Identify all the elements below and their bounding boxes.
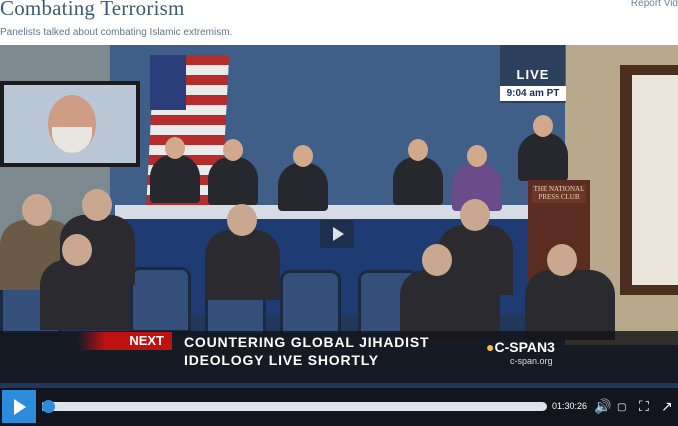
audience-member [205,204,280,300]
video-conference-monitor [0,81,140,167]
volume-icon[interactable]: 🔊 [594,397,611,415]
speaker-head [533,115,553,137]
monitor-screen [4,85,136,163]
podium-sign: THE NATIONAL PRESS CLUB [532,185,586,203]
panelist [208,139,258,205]
audience-chair [130,267,191,333]
video-player[interactable]: THE NATIONAL PRESS CLUB LIVE 9:04 am PT … [0,45,678,426]
doorway-interior [632,75,678,285]
next-program-line-2: IDEOLOGY LIVE SHORTLY [184,352,379,368]
speaker-at-podium [518,115,568,181]
center-play-overlay[interactable] [320,220,354,248]
panelist-head [408,139,428,161]
audience-head [22,194,52,226]
cspan-logo: ●C-SPAN3 [486,339,555,355]
progress-bar[interactable] [42,402,547,411]
panelist [150,137,200,203]
play-button[interactable] [2,390,36,423]
live-time-badge: 9:04 am PT [500,86,566,101]
next-program-line-1: COUNTERING GLOBAL JIHADIST [184,334,430,350]
video-caption: Panelists talked about combating Islamic… [0,27,233,38]
audience-head [62,234,92,266]
panelist-head [467,145,487,167]
panelist-head [293,145,313,167]
playback-time: 01:30:26 [552,401,588,411]
next-tag: NEXT [78,332,172,350]
fullscreen-icon[interactable]: ⛶ [639,397,649,415]
panelist-head [165,137,185,159]
panelist [278,145,328,211]
popout-icon[interactable]: ↗ [661,397,673,415]
audience-member [525,244,615,340]
progress-handle[interactable] [42,400,56,413]
report-video-link[interactable]: Report Vid [631,0,678,9]
cspan-url: c-span.org [510,356,553,366]
closed-captions-icon[interactable]: ▢ [617,399,626,417]
panelist [393,139,443,205]
audience-head [547,244,577,276]
panelist-head [223,139,243,161]
audience-member [40,234,130,330]
audience-head [460,199,490,231]
cspan-logo-text: C-SPAN3 [494,339,555,355]
audience-head [82,189,112,221]
audience-head [422,244,452,276]
audience-member [400,244,500,340]
us-flag-union [150,55,186,110]
page-title: Combating Terrorism [0,0,185,20]
player-controls: 01:30:26 🔊 ▢ ⛶ ↗ [0,388,678,426]
live-label: LIVE [516,67,550,82]
remote-panelist-beard [52,127,92,153]
audience-chair [280,270,341,336]
audience-head [227,204,257,236]
